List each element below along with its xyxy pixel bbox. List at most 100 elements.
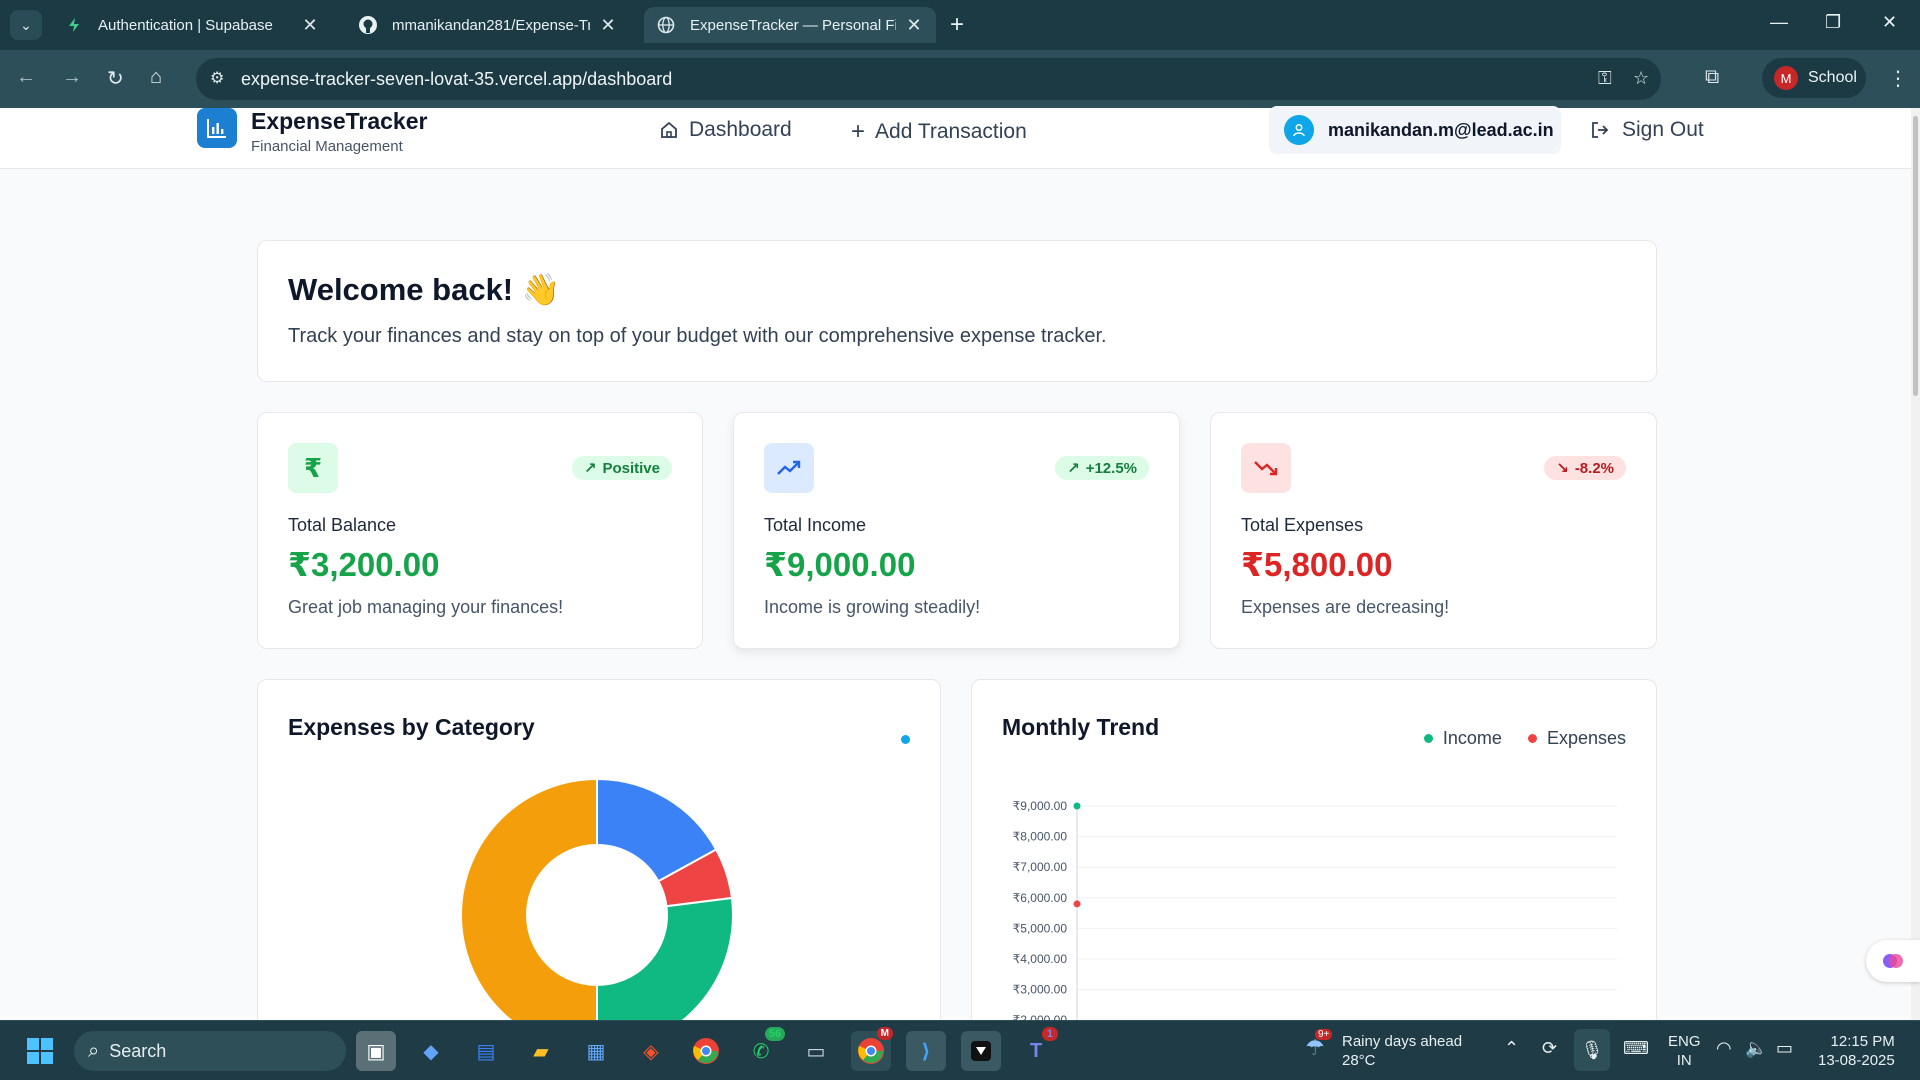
mic-muted-icon[interactable]: 🎙 xyxy=(1574,1029,1610,1071)
panel-title: Expenses by Category xyxy=(288,714,535,740)
whatsapp-badge: 56 xyxy=(764,1027,785,1041)
home-icon[interactable]: ⌂ xyxy=(150,66,162,89)
y-tick-label: ₹9,000.00 xyxy=(1013,799,1068,813)
chrome-icon[interactable] xyxy=(686,1031,726,1071)
url-text[interactable]: expense-tracker-seven-lovat-35.vercel.ap… xyxy=(241,69,672,90)
logout-icon xyxy=(1592,122,1609,138)
close-icon[interactable]: ✕ xyxy=(598,15,618,36)
plus-icon: + xyxy=(851,118,866,145)
profile-name: School xyxy=(1808,69,1857,86)
nav-dashboard-label: Dashboard xyxy=(689,118,792,141)
notepad-icon[interactable]: ▤ xyxy=(466,1031,506,1071)
windows-start-icon[interactable] xyxy=(20,1031,60,1071)
stat-card-balance: ₹ ↗ Positive Total Balance ₹3,200.00 Gre… xyxy=(257,412,703,649)
tab-supabase[interactable]: Authentication | Supabase ✕ xyxy=(52,7,332,43)
badge-text: -8.2% xyxy=(1574,459,1614,477)
taskbar-search[interactable]: ⌕ Search xyxy=(74,1031,346,1071)
clock[interactable]: 12:15 PM 13-08-2025 xyxy=(1818,1032,1895,1070)
trending-down-icon xyxy=(1241,443,1291,493)
brave-icon[interactable]: ◈ xyxy=(631,1031,671,1071)
point-income[interactable] xyxy=(1073,802,1081,810)
tab-search-button[interactable]: ⌄ xyxy=(10,10,42,40)
rupee-icon: ₹ xyxy=(288,443,338,493)
status-badge: ↗ +12.5% xyxy=(1055,456,1149,480)
microsoft-store-icon[interactable]: ▦ xyxy=(576,1031,616,1071)
file-explorer-icon[interactable]: ▰ xyxy=(521,1031,561,1071)
monthly-trend-panel: Monthly Trend Income Expenses ₹9,000.00 ₹… xyxy=(971,679,1657,1059)
legend-dot xyxy=(901,735,910,744)
chrome-profile-icon[interactable]: M xyxy=(851,1027,893,1071)
user-icon xyxy=(1284,115,1314,145)
battery-icon[interactable]: ▭ xyxy=(1776,1039,1793,1058)
new-tab-button[interactable]: + xyxy=(950,13,964,37)
nav-add-transaction[interactable]: + Add Transaction xyxy=(851,118,1027,146)
close-window-button[interactable]: ✕ xyxy=(1882,12,1897,33)
tab-github[interactable]: mmanikandan281/Expense-Trac ✕ xyxy=(346,7,630,43)
point-expenses[interactable] xyxy=(1073,900,1081,908)
sync-icon[interactable]: ⟳ xyxy=(1542,1039,1557,1058)
weather-rain-icon[interactable]: ☂ 9+ xyxy=(1305,1029,1333,1061)
profile-button[interactable]: M School xyxy=(1762,58,1866,98)
site-info-icon[interactable]: ⚙ xyxy=(210,68,224,88)
teams-icon[interactable]: T 1 xyxy=(1016,1027,1058,1071)
cursor-app-icon[interactable] xyxy=(961,1031,1001,1071)
stat-note: Expenses are decreasing! xyxy=(1241,597,1450,617)
language-indicator[interactable]: ENG IN xyxy=(1668,1032,1701,1070)
forward-icon[interactable]: → xyxy=(62,66,82,89)
stat-card-expenses: ↘ -8.2% Total Expenses ₹5,800.00 Expense… xyxy=(1210,412,1657,649)
password-key-icon[interactable]: ⚿ xyxy=(1598,68,1612,89)
wifi-icon[interactable]: ◠ xyxy=(1716,1039,1732,1058)
brand-subtitle: Financial Management xyxy=(251,138,403,155)
brand-name[interactable]: ExpenseTracker xyxy=(251,108,427,135)
extensions-icon[interactable]: ⧉ xyxy=(1705,66,1719,89)
weather-title: Rainy days ahead xyxy=(1342,1033,1463,1050)
bookmark-star-icon[interactable]: ☆ xyxy=(1633,68,1649,89)
y-tick-label: ₹5,000.00 xyxy=(1013,921,1068,935)
back-icon[interactable]: ← xyxy=(16,66,36,89)
address-bar[interactable]: ⚙ expense-tracker-seven-lovat-35.vercel.… xyxy=(196,58,1661,100)
reload-icon[interactable]: ↻ xyxy=(107,66,124,91)
expenses-by-category-panel: Expenses by Category xyxy=(257,679,941,1059)
donut-slice-3[interactable] xyxy=(460,780,598,1053)
task-view-icon[interactable]: ▣ xyxy=(356,1031,396,1071)
nav-add-label: Add Transaction xyxy=(875,120,1027,143)
minimize-button[interactable]: — xyxy=(1770,12,1788,33)
tray-overflow-icon[interactable]: ⌃ xyxy=(1504,1039,1519,1058)
chart-logo-icon[interactable] xyxy=(197,108,237,148)
nav-dashboard[interactable]: Dashboard xyxy=(659,118,792,142)
page-scrollbar[interactable] xyxy=(1911,108,1920,1020)
home-icon xyxy=(661,121,677,138)
vscode-icon[interactable]: ⟩ xyxy=(906,1031,946,1071)
stat-label: Total Income xyxy=(764,515,867,535)
user-chip[interactable]: manikandan.m@lead.ac.in xyxy=(1269,106,1561,154)
stat-label: Total Expenses xyxy=(1241,515,1364,535)
status-badge: ↘ -8.2% xyxy=(1544,456,1626,480)
user-email: manikandan.m@lead.ac.in xyxy=(1328,119,1554,140)
avatar: M xyxy=(1774,66,1798,90)
copilot-icon[interactable]: ◆ xyxy=(411,1031,451,1071)
chrome-badge: M xyxy=(876,1027,893,1040)
clock-date: 13-08-2025 xyxy=(1818,1052,1895,1069)
assistant-brain-icon[interactable] xyxy=(1866,940,1920,982)
keyboard-icon[interactable]: ⌨ xyxy=(1623,1039,1649,1058)
welcome-card: Welcome back! 👋 Track your finances and … xyxy=(257,240,1657,382)
stat-value: ₹3,200.00 xyxy=(288,546,440,583)
close-icon[interactable]: ✕ xyxy=(904,15,924,36)
close-icon[interactable]: ✕ xyxy=(300,15,320,36)
tab-expensetracker[interactable]: ExpenseTracker — Personal Fina ✕ xyxy=(644,7,936,43)
language-code: ENG xyxy=(1668,1033,1701,1050)
restore-button[interactable]: ❐ xyxy=(1825,12,1841,33)
terminal-icon[interactable]: ▭ xyxy=(796,1031,836,1071)
scrollbar-thumb[interactable] xyxy=(1913,116,1918,396)
y-tick-label: ₹4,000.00 xyxy=(1013,952,1068,966)
weather-widget[interactable]: Rainy days ahead 28°C xyxy=(1342,1032,1462,1070)
volume-icon[interactable]: 🔈 xyxy=(1745,1039,1767,1058)
arrow-up-right-icon: ↗ xyxy=(1067,460,1080,477)
weather-badge: 9+ xyxy=(1315,1029,1333,1040)
menu-icon[interactable]: ⋮ xyxy=(1888,66,1908,91)
search-label: Search xyxy=(109,1040,167,1061)
clock-time: 12:15 PM xyxy=(1830,1033,1895,1050)
whatsapp-icon[interactable]: ✆ 56 xyxy=(741,1027,785,1071)
sign-out-button[interactable]: Sign Out xyxy=(1590,118,1704,142)
y-tick-label: ₹7,000.00 xyxy=(1013,860,1068,874)
